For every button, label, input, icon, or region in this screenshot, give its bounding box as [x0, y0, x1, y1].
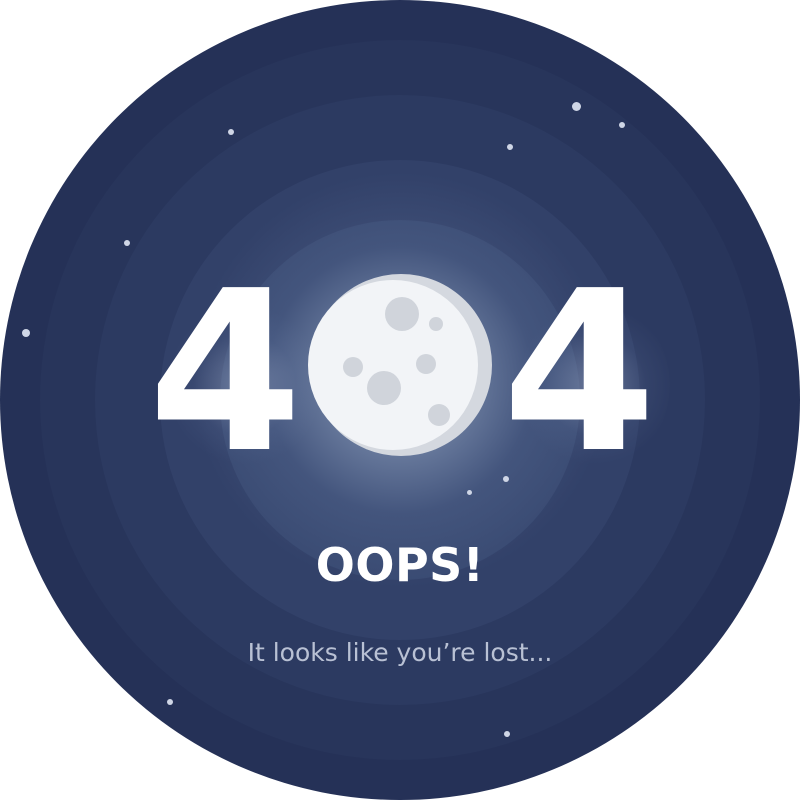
error-code-first-digit: 4 — [148, 244, 303, 502]
star-icon — [619, 122, 625, 128]
star-icon — [572, 102, 581, 111]
star-icon — [124, 240, 130, 246]
error-message: It looks like you’re lost... — [247, 638, 553, 667]
error-404-scene: 4 4 OOPS! It looks like you’re lost... — [0, 0, 800, 800]
star-icon — [228, 129, 234, 135]
star-icon — [504, 731, 510, 737]
star-icon — [22, 329, 30, 337]
moon-icon — [308, 274, 492, 456]
star-icon — [467, 490, 472, 495]
star-icon — [167, 699, 173, 705]
error-headline: OOPS! — [315, 538, 485, 592]
error-code-last-digit: 4 — [502, 244, 657, 502]
star-icon — [507, 144, 513, 150]
